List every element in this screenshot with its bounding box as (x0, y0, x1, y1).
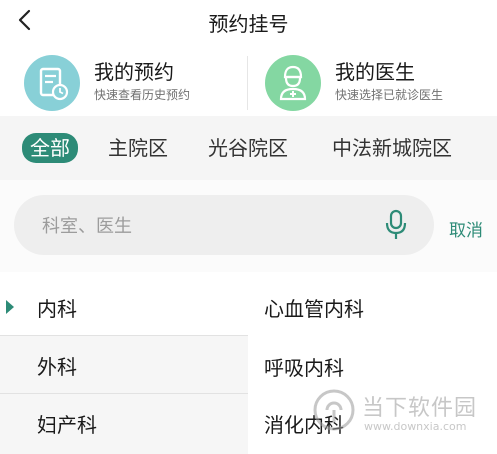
microphone-icon[interactable] (384, 209, 408, 241)
watermark-logo-icon (313, 389, 355, 431)
card-divider (247, 56, 248, 110)
my-appointments-title: 我的预约 (94, 60, 174, 84)
department-list: 内科 外科 妇产科 (0, 278, 248, 454)
department-item-surgery[interactable]: 外科 (0, 336, 248, 393)
department-item-obstetrics[interactable]: 妇产科 (0, 394, 248, 451)
doctor-icon (265, 55, 321, 111)
quick-cards: 我的预约 快速查看历史预约 我的医生 快速选择已就诊医生 (0, 48, 497, 116)
watermark: 当下软件园 www.downxia.com (312, 384, 497, 454)
tab-optics-valley-campus[interactable]: 光谷院区 (200, 133, 296, 163)
tab-all[interactable]: 全部 (22, 133, 78, 163)
my-doctors-title: 我的医生 (335, 60, 415, 84)
department-label: 内科 (37, 297, 77, 321)
watermark-text: 当下软件园 (362, 396, 478, 421)
selected-indicator-icon (6, 300, 14, 314)
cancel-button[interactable]: 取消 (449, 216, 483, 241)
my-doctors-card[interactable]: 我的医生 快速选择已就诊医生 (265, 48, 485, 116)
calendar-clock-icon (24, 55, 80, 111)
page-title: 预约挂号 (208, 12, 289, 36)
tab-sino-french-campus[interactable]: 中法新城院区 (324, 133, 460, 163)
department-label: 外科 (37, 355, 77, 379)
sub-department-respiratory[interactable]: 呼吸内科 (264, 352, 344, 381)
search-input[interactable]: 科室、医生 (14, 195, 434, 255)
campus-tabs: 全部 主院区 光谷院区 中法新城院区 (0, 116, 497, 180)
search-placeholder: 科室、医生 (42, 216, 132, 237)
my-doctors-subtitle: 快速选择已就诊医生 (335, 88, 444, 102)
department-label: 妇产科 (37, 413, 97, 437)
my-appointments-subtitle: 快速查看历史预约 (94, 88, 191, 102)
app-header: 预约挂号 (0, 0, 497, 42)
watermark-url: www.downxia.com (364, 420, 467, 433)
search-row: 科室、医生 取消 (0, 180, 497, 272)
my-appointments-card[interactable]: 我的预约 快速查看历史预约 (24, 48, 244, 116)
tab-main-campus[interactable]: 主院区 (100, 133, 176, 163)
sub-department-cardiology[interactable]: 心血管内科 (264, 293, 364, 322)
department-item-internal-medicine[interactable]: 内科 (0, 278, 248, 335)
